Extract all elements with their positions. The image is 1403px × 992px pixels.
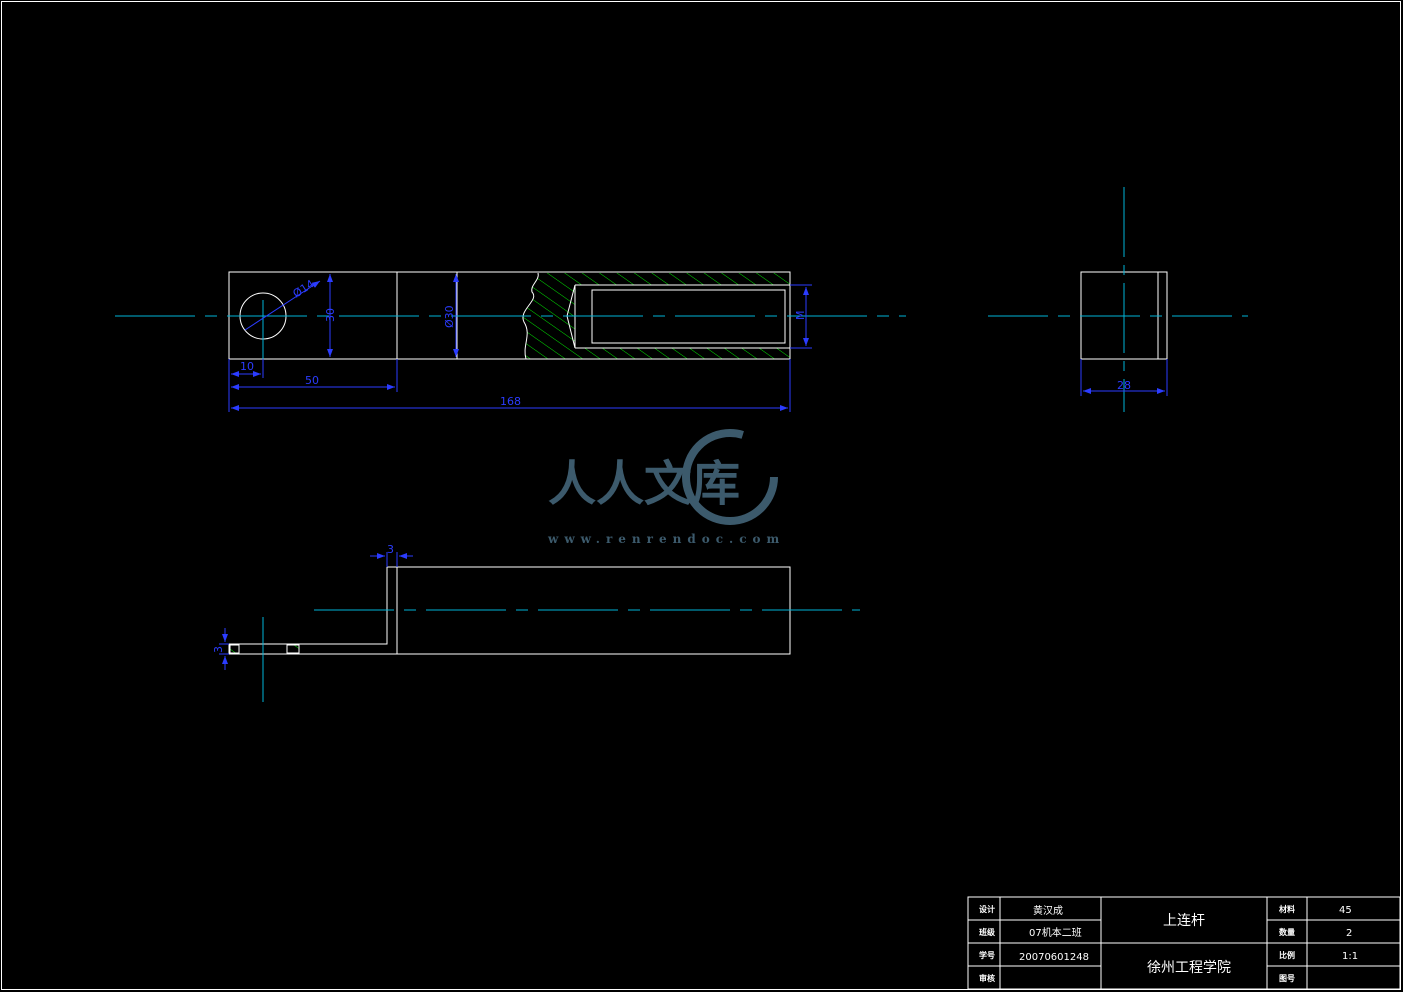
cad-drawing-canvas: Ø14 30 Ø30 M 10 50 168 28 3 3 人人文库 www.r… [1,1,1401,990]
tb-drawing-no-label: 图号 [1279,974,1295,983]
dim-height-mid: Ø30 [443,305,456,328]
bottom-view: 3 3 [212,543,860,702]
tb-designer-value: 黄汉成 [1033,904,1063,917]
watermark-url: www.renrendoc.com [547,532,785,546]
dim-hole-diameter: Ø14 [291,277,317,300]
tb-part-name: 上连杆 [1163,913,1205,929]
dim-side-width: 28 [1117,379,1131,392]
tb-material-label: 材料 [1279,904,1295,914]
title-block: 设计 黄汉成 班级 07机本二班 学号 20070601248 审核 上连杆 徐… [967,896,1401,990]
tb-school: 徐州工程学院 [1147,960,1231,976]
dim-total: 168 [500,395,521,408]
dim-thread: M [794,311,807,321]
tb-class-value: 07机本二班 [1029,926,1082,939]
tb-scale-label: 比例 [1279,950,1295,960]
tb-quantity-label: 数量 [1279,927,1295,937]
dim-50: 50 [305,374,319,387]
dim-bottom-thickness-top: 3 [387,543,394,556]
tb-material-value: 45 [1339,905,1352,916]
watermark-text: 人人文库 [548,456,740,512]
tb-id-label: 学号 [979,950,995,960]
dim-bottom-thickness-left: 3 [212,646,225,653]
tb-scale-value: 1:1 [1342,951,1358,962]
dim-height-left: 30 [324,308,337,322]
tb-review-label: 审核 [979,973,995,983]
front-view: Ø14 30 Ø30 M 10 50 168 [115,271,906,412]
watermark: 人人文库 www.renrendoc.com [547,429,785,546]
tb-class-label: 班级 [979,927,996,937]
tb-designer-label: 设计 [979,904,995,914]
dim-10: 10 [240,360,254,373]
side-view: 28 [988,187,1248,412]
tb-id-value: 20070601248 [1019,952,1089,963]
tb-quantity-value: 2 [1346,928,1352,939]
